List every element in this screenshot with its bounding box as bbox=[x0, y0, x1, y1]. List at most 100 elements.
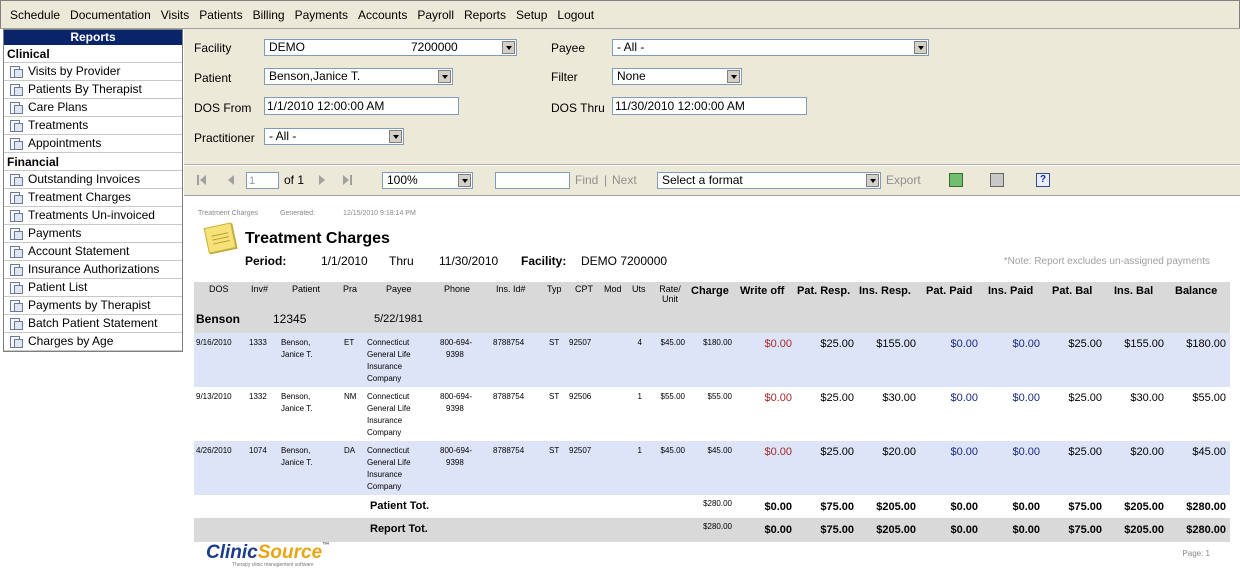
sticky-note-icon bbox=[203, 222, 237, 254]
next-link[interactable]: Next bbox=[612, 173, 637, 187]
report-document-icon bbox=[9, 84, 23, 96]
cell-payee-line3: Insurance bbox=[367, 362, 403, 371]
cell-uts: 4 bbox=[637, 338, 642, 347]
print-icon[interactable] bbox=[990, 173, 1004, 187]
cell-ins-resp: $20.00 bbox=[882, 446, 916, 458]
cell-rate: $45.00 bbox=[660, 446, 685, 455]
menu-setup[interactable]: Setup bbox=[511, 8, 552, 22]
find-link[interactable]: Find bbox=[575, 173, 598, 187]
cell-typ: ST bbox=[549, 338, 560, 347]
col-charge: Charge bbox=[691, 285, 729, 297]
cell-phone-line1: 800-694- bbox=[440, 338, 473, 347]
facility-select[interactable]: DEMO 7200000 bbox=[264, 39, 517, 56]
menu-schedule[interactable]: Schedule bbox=[5, 8, 65, 22]
cell-pat-bal: $75.00 bbox=[1068, 524, 1102, 536]
practitioner-select-value: - All - bbox=[269, 129, 297, 143]
sidebar-item-outstanding-invoices[interactable]: Outstanding Invoices bbox=[4, 171, 182, 189]
dos-thru-label: DOS Thru bbox=[551, 101, 605, 115]
report-small-name: Treatment Charges bbox=[198, 210, 259, 217]
chevron-down-icon[interactable] bbox=[389, 130, 402, 143]
col-rate-unit: Rate/ Unit bbox=[659, 284, 681, 304]
menu-payroll[interactable]: Payroll bbox=[412, 8, 459, 22]
patient-select[interactable]: Benson,Janice T. bbox=[264, 68, 453, 85]
cell-patient-line1: Benson, bbox=[281, 446, 311, 455]
menu-logout[interactable]: Logout bbox=[552, 8, 599, 22]
cell-pat-paid: $0.00 bbox=[950, 338, 978, 350]
sidebar-item-care-plans[interactable]: Care Plans bbox=[4, 99, 182, 117]
col-ins-bal: Ins. Bal bbox=[1114, 285, 1154, 297]
cell-pat-resp: $25.00 bbox=[820, 446, 854, 458]
next-page-icon[interactable] bbox=[318, 175, 328, 186]
zoom-select[interactable]: 100% bbox=[382, 172, 473, 189]
sidebar-item-charges-by-age[interactable]: Charges by Age bbox=[4, 333, 182, 351]
cell-ins-resp: $155.00 bbox=[876, 338, 916, 350]
dos-thru-input[interactable]: 11/30/2010 12:00:00 AM bbox=[612, 97, 807, 115]
sidebar-item-label: Treatment Charges bbox=[28, 190, 131, 204]
cell-payee-line4: Company bbox=[367, 374, 402, 383]
sidebar-item-patients-by-therapist[interactable]: Patients By Therapist bbox=[4, 81, 182, 99]
sidebar-item-account-statement[interactable]: Account Statement bbox=[4, 243, 182, 261]
menu-visits[interactable]: Visits bbox=[156, 8, 194, 22]
menu-reports[interactable]: Reports bbox=[459, 8, 511, 22]
menu-accounts[interactable]: Accounts bbox=[353, 8, 412, 22]
refresh-icon[interactable] bbox=[949, 173, 963, 187]
chevron-down-icon[interactable] bbox=[866, 174, 879, 187]
cell-pat-paid: $0.00 bbox=[950, 392, 978, 404]
sidebar-item-payments[interactable]: Payments bbox=[4, 225, 182, 243]
cell-balance: $280.00 bbox=[1186, 524, 1226, 536]
cell-pat-resp: $75.00 bbox=[820, 501, 854, 513]
dos-from-input[interactable]: 1/1/2010 12:00:00 AM bbox=[264, 97, 459, 115]
sidebar-item-visits-by-provider[interactable]: Visits by Provider bbox=[4, 63, 182, 81]
cell-balance: $55.00 bbox=[1192, 392, 1226, 404]
cell-pra: NM bbox=[344, 392, 357, 401]
cell-ins-id: 8788754 bbox=[493, 338, 525, 347]
page-number-input[interactable]: 1 bbox=[246, 172, 279, 189]
last-page-icon[interactable] bbox=[343, 175, 353, 186]
chevron-down-icon[interactable] bbox=[914, 41, 927, 54]
cell-phone-line2: 9398 bbox=[446, 350, 464, 359]
help-icon[interactable]: ? bbox=[1036, 173, 1050, 187]
sidebar-item-treatment-charges[interactable]: Treatment Charges bbox=[4, 189, 182, 207]
facility-report-label: Facility: bbox=[521, 254, 567, 268]
sidebar-item-treatments-uninvoiced[interactable]: Treatments Un-invoiced bbox=[4, 207, 182, 225]
practitioner-select[interactable]: - All - bbox=[264, 128, 404, 145]
export-link[interactable]: Export bbox=[886, 173, 921, 187]
chevron-down-icon[interactable] bbox=[727, 70, 740, 83]
report-document-icon bbox=[9, 66, 23, 78]
find-text-input[interactable] bbox=[495, 172, 570, 189]
cell-ins-resp: $30.00 bbox=[882, 392, 916, 404]
sidebar-item-appointments[interactable]: Appointments bbox=[4, 135, 182, 153]
sidebar-item-label: Treatments bbox=[28, 118, 89, 132]
chevron-down-icon[interactable] bbox=[438, 70, 451, 83]
menu-billing[interactable]: Billing bbox=[248, 8, 290, 22]
cell-payee-line4: Company bbox=[367, 428, 402, 437]
sidebar-item-patient-list[interactable]: Patient List bbox=[4, 279, 182, 297]
filter-select-value: None bbox=[617, 69, 646, 83]
dos-from-label: DOS From bbox=[194, 101, 252, 115]
col-inv: Inv# bbox=[251, 284, 269, 294]
sidebar-item-treatments[interactable]: Treatments bbox=[4, 117, 182, 135]
filter-select[interactable]: None bbox=[612, 68, 742, 85]
cell-cpt: 92507 bbox=[569, 338, 592, 347]
menu-payments[interactable]: Payments bbox=[290, 8, 353, 22]
group-patient-name: Benson bbox=[196, 312, 241, 326]
sidebar-title: Reports bbox=[4, 30, 182, 45]
sidebar-item-batch-patient-statement[interactable]: Batch Patient Statement bbox=[4, 315, 182, 333]
cell-phone-line1: 800-694- bbox=[440, 446, 473, 455]
chevron-down-icon[interactable] bbox=[458, 174, 471, 187]
cell-ins-bal: $155.00 bbox=[1124, 338, 1164, 350]
cell-charge: $45.00 bbox=[707, 446, 732, 455]
cell-rate: $55.00 bbox=[660, 392, 685, 401]
previous-page-icon[interactable] bbox=[226, 175, 236, 186]
sidebar-item-label: Account Statement bbox=[28, 244, 130, 258]
menu-documentation[interactable]: Documentation bbox=[65, 8, 156, 22]
menu-patients[interactable]: Patients bbox=[194, 8, 247, 22]
export-format-select[interactable]: Select a format bbox=[657, 172, 881, 189]
sidebar-item-payments-by-therapist[interactable]: Payments by Therapist bbox=[4, 297, 182, 315]
generated-label: Generated: bbox=[280, 210, 316, 217]
report-document-icon bbox=[9, 282, 23, 294]
sidebar-item-insurance-authorizations[interactable]: Insurance Authorizations bbox=[4, 261, 182, 279]
first-page-icon[interactable] bbox=[197, 175, 207, 186]
payee-select[interactable]: - All - bbox=[612, 39, 929, 56]
chevron-down-icon[interactable] bbox=[502, 41, 515, 54]
